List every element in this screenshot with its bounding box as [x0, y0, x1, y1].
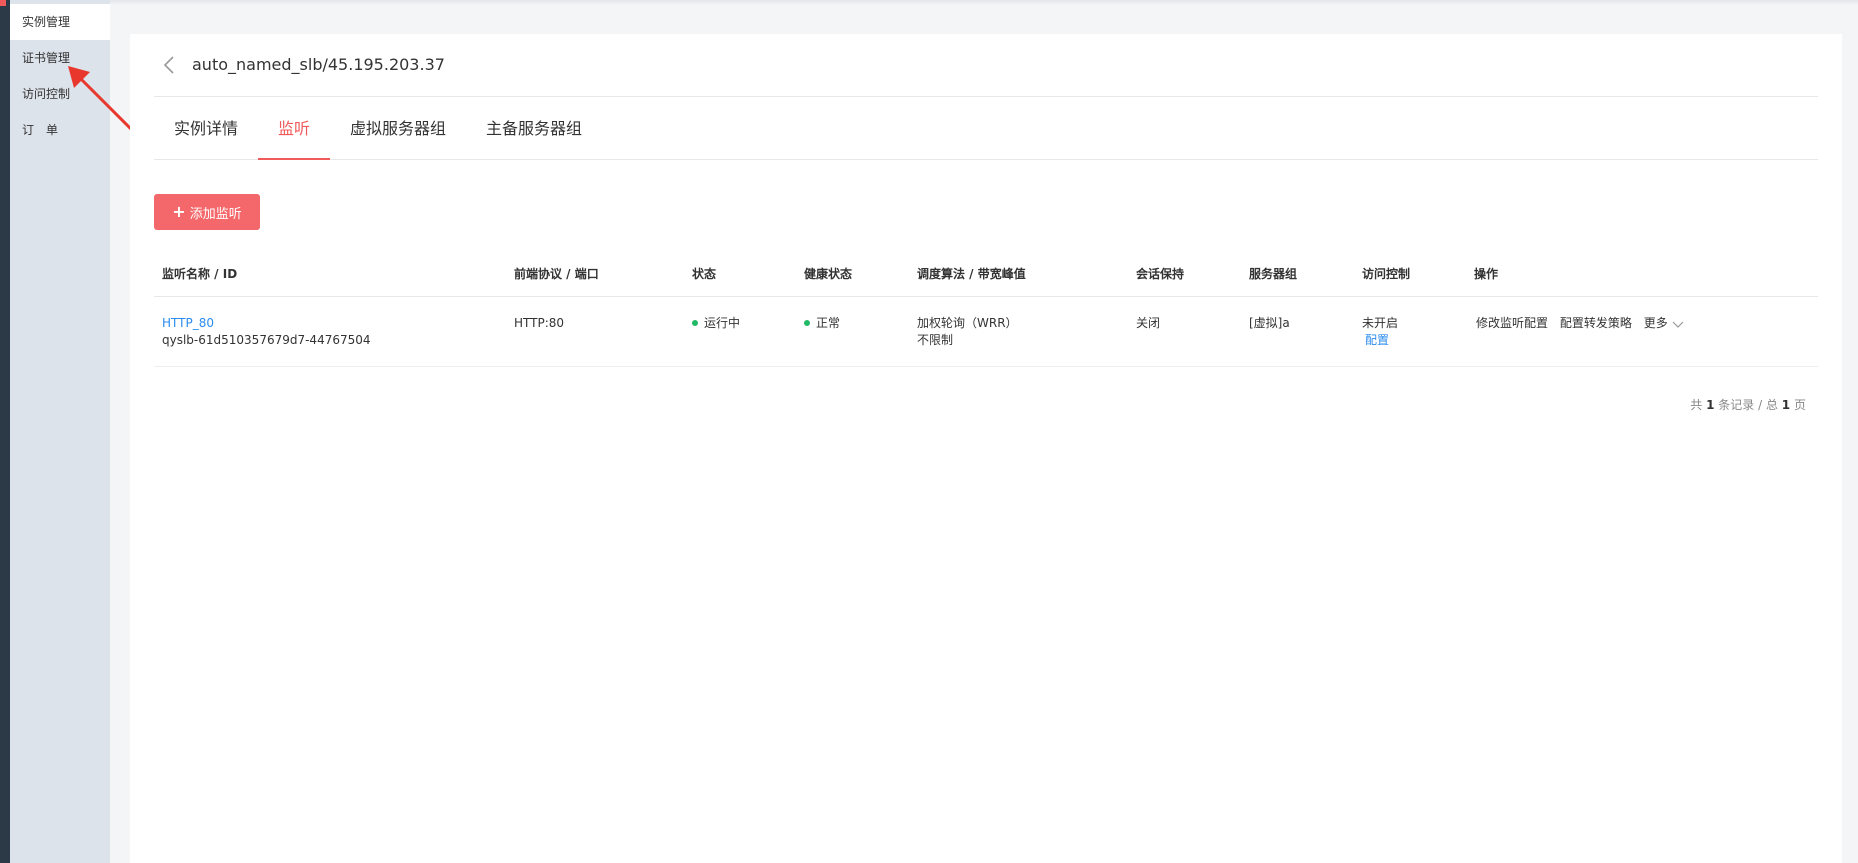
- page-title: auto_named_slb/45.195.203.37: [192, 55, 445, 74]
- plus-icon: +: [172, 202, 186, 221]
- column-header: 调度算法 / 带宽峰值: [917, 267, 1026, 281]
- tab-primary-backup-groups[interactable]: 主备服务器组: [466, 98, 602, 160]
- column-header: 访问控制: [1362, 267, 1411, 281]
- listener-name-cell: HTTP_80 qyslb-61d510357679d7-44767504: [162, 315, 371, 349]
- sidebar-item-instances[interactable]: 实例管理: [10, 4, 110, 40]
- health-text: 正常: [816, 316, 841, 330]
- column-header: 前端协议 / 端口: [514, 267, 599, 281]
- table-header: 监听名称 / ID 前端协议 / 端口 状态 健康状态 调度算法 / 带宽峰值 …: [154, 251, 1818, 297]
- tab-bar: 实例详情 监听 虚拟服务器组 主备服务器组: [154, 98, 1818, 160]
- edge-red-mark: [0, 0, 6, 6]
- acl-status: 未开启: [1362, 316, 1399, 330]
- status-dot-icon: [692, 319, 698, 326]
- pager-prefix: 共: [1690, 398, 1703, 412]
- column-header: 会话保持: [1136, 267, 1185, 281]
- sidebar-item-label: 实例管理: [22, 15, 71, 29]
- pager-total: 1: [1706, 398, 1715, 412]
- algorithm-text: 加权轮询（WRR）: [917, 316, 1018, 330]
- page-header: auto_named_slb/45.195.203.37: [154, 34, 1818, 97]
- pager-pages: 1: [1781, 398, 1791, 412]
- status-text: 运行中: [704, 316, 741, 330]
- table-row: HTTP_80 qyslb-61d510357679d7-44767504 HT…: [154, 297, 1818, 367]
- algorithm-cell: 加权轮询（WRR） 不限制: [917, 315, 1018, 349]
- add-listener-button[interactable]: + 添加监听: [154, 194, 260, 230]
- pagination-summary: 共 1 条记录 / 总 1 页: [1690, 396, 1806, 413]
- acl-config-link[interactable]: 配置: [1362, 332, 1398, 349]
- tab-listeners[interactable]: 监听: [258, 98, 330, 160]
- chevron-down-icon: [1672, 321, 1683, 328]
- column-header: 服务器组: [1249, 267, 1298, 281]
- sidebar-item-label: 订 单: [22, 123, 59, 137]
- forward-policy-button[interactable]: 配置转发策略: [1560, 316, 1632, 330]
- session-persistence: 关闭: [1136, 316, 1161, 330]
- add-listener-label: 添加监听: [189, 206, 242, 222]
- window-edge: [0, 0, 10, 863]
- actions-cell: 修改监听配置 配置转发策略 更多: [1476, 315, 1684, 332]
- chevron-left-icon[interactable]: [158, 53, 182, 77]
- pager-suffix: 页: [1793, 398, 1806, 412]
- listener-id: qyslb-61d510357679d7-44767504: [162, 333, 371, 347]
- top-bar-shadow: [10, 0, 1858, 5]
- column-header: 监听名称 / ID: [162, 267, 238, 281]
- column-header: 状态: [692, 267, 717, 281]
- health-cell: 正常: [804, 315, 840, 332]
- protocol-port: HTTP:80: [514, 316, 565, 330]
- more-label: 更多: [1643, 316, 1668, 330]
- access-control-cell: 未开启 配置: [1362, 315, 1398, 349]
- tab-virtual-server-groups[interactable]: 虚拟服务器组: [330, 98, 466, 160]
- tab-instance-details[interactable]: 实例详情: [154, 98, 258, 160]
- health-dot-icon: [804, 319, 810, 326]
- modify-listener-button[interactable]: 修改监听配置: [1476, 316, 1548, 330]
- listener-name-link[interactable]: HTTP_80: [162, 315, 371, 332]
- status-cell: 运行中: [692, 315, 740, 332]
- main-panel: auto_named_slb/45.195.203.37 实例详情 监听 虚拟服…: [130, 34, 1842, 863]
- server-group: [虚拟]a: [1249, 316, 1290, 330]
- more-menu-button[interactable]: 更多: [1644, 316, 1684, 330]
- bandwidth-text: 不限制: [917, 333, 954, 347]
- column-header: 操作: [1474, 267, 1499, 281]
- pager-mid: 条记录 / 总: [1718, 398, 1778, 412]
- column-header: 健康状态: [804, 267, 853, 281]
- listener-table: 监听名称 / ID 前端协议 / 端口 状态 健康状态 调度算法 / 带宽峰值 …: [154, 251, 1818, 367]
